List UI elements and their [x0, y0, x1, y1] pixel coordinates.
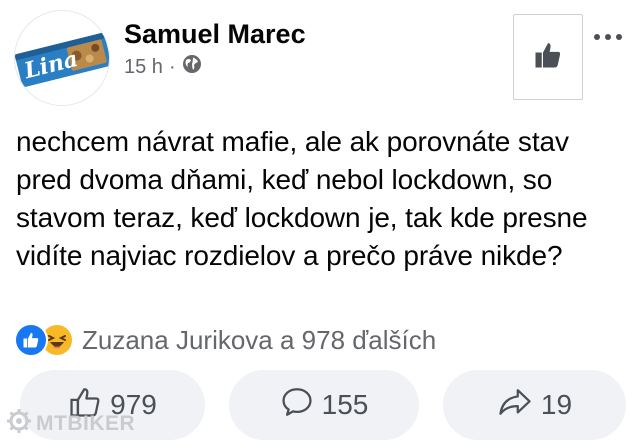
watermark-text: MTBIKER: [36, 412, 136, 435]
gear-icon: [6, 408, 32, 440]
globe-icon: [182, 54, 202, 80]
post-meta: 15 h ·: [124, 54, 202, 80]
watermark: MTBIKER: [6, 408, 135, 440]
reactions-summary-text: Zuzana Jurikova a 978 ďalších: [82, 324, 437, 355]
post-author[interactable]: Samuel Marec: [124, 19, 306, 50]
post-text: nechcem návrat mafie, ale ak porovnáte s…: [16, 126, 588, 271]
share-count: 19: [540, 389, 573, 420]
like-page-button[interactable]: [513, 14, 583, 100]
like-reaction-icon: [14, 323, 48, 357]
thumbs-up-icon: [533, 40, 563, 75]
post-time[interactable]: 15 h: [124, 56, 163, 79]
avatar-image: Lina: [15, 11, 109, 105]
share-arrow-icon: [497, 385, 533, 426]
meta-separator: ·: [168, 55, 176, 78]
reactions-summary[interactable]: Zuzana Jurikova a 978 ďalších: [14, 322, 436, 358]
comment-button[interactable]: 155: [229, 370, 419, 440]
comment-bubble-icon: [280, 385, 314, 426]
share-button[interactable]: 19: [443, 370, 626, 440]
comment-count: 155: [321, 389, 369, 420]
avatar[interactable]: Lina: [14, 10, 110, 106]
more-options-icon[interactable]: [594, 34, 622, 40]
